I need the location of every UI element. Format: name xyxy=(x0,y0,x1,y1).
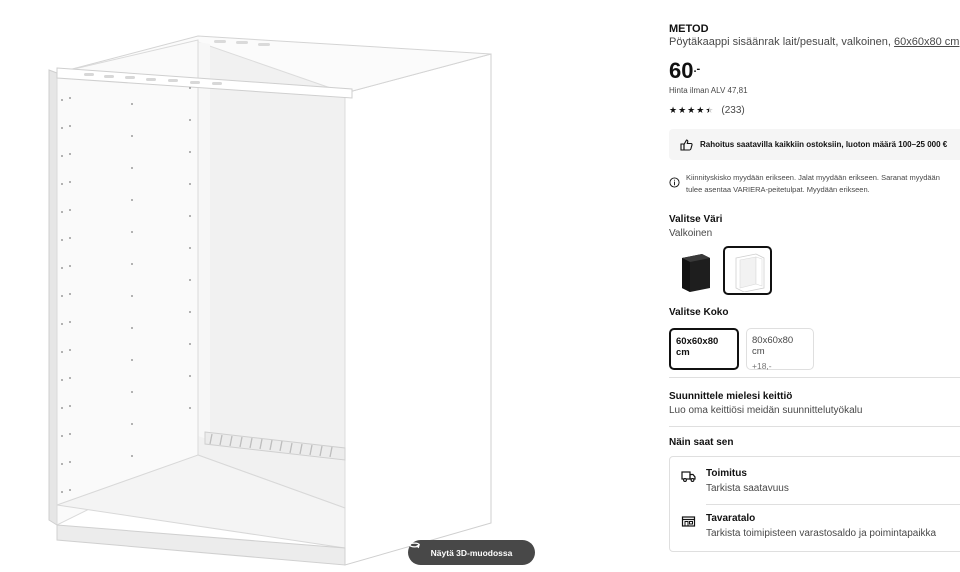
product-description: Pöytäkaappi sisäänrak lait/pesualt, valk… xyxy=(669,36,959,48)
black-cabinet-thumbnail xyxy=(681,253,710,292)
rating-stars: ★ ★ ★ ★ ★ xyxy=(669,106,713,115)
info-icon xyxy=(669,177,680,188)
view-3d-label: Näytä 3D-muodossa xyxy=(430,547,513,558)
view-3d-button[interactable]: Näytä 3D-muodossa xyxy=(408,540,535,565)
fulfillment-options: Toimitus Tarkista saatavuus Tavaratalo T… xyxy=(669,456,960,552)
size-option-label: 60x60x80 cm xyxy=(676,336,719,358)
how-to-get-title: Näin saat sen xyxy=(669,437,734,448)
size-label: Valitse Koko xyxy=(669,307,729,318)
store-title: Tavaratalo xyxy=(706,513,756,524)
size-option-60x60x80[interactable]: 60x60x80 cm xyxy=(669,328,739,370)
store-icon xyxy=(681,516,696,527)
rating-count: (233) xyxy=(721,105,745,116)
product-size-link[interactable]: 60x60x80 cm xyxy=(894,36,959,48)
kitchen-planner-subtitle: Luo oma keittiösi meidän suunnittelutyök… xyxy=(669,405,863,416)
color-swatch-black[interactable] xyxy=(669,246,718,295)
price-whole: 60 xyxy=(669,58,694,83)
financing-banner[interactable]: Rahoitus saatavilla kaikkiin ostoksiin, … xyxy=(669,129,960,160)
vat-price: Hinta ilman ALV 47,81 xyxy=(669,86,748,95)
rotate-3d-icon xyxy=(409,542,421,549)
truck-icon xyxy=(681,471,696,482)
star-icon: ★ xyxy=(669,105,678,115)
delivery-title: Toimitus xyxy=(706,468,747,479)
size-option-price-diff: +18,- xyxy=(752,361,772,371)
star-icon: ★ xyxy=(696,105,705,115)
note-line-2: tulee asentaa VARIERA-peitetulpat. Myydä… xyxy=(686,184,870,194)
color-value: Valkoinen xyxy=(669,228,713,239)
divider xyxy=(669,426,960,427)
star-icon: ★ xyxy=(678,105,687,115)
half-star-icon: ★ xyxy=(705,105,714,115)
size-option-label: 80x60x80 cm xyxy=(752,335,794,357)
size-option-80x60x80[interactable]: 80x60x80 cm +18,- xyxy=(746,328,814,371)
product-description-text: Pöytäkaappi sisäänrak lait/pesualt, valk… xyxy=(669,36,891,48)
product-note: Kiinnityskisko myydään erikseen. Jalat m… xyxy=(669,172,960,195)
white-cabinet-thumbnail xyxy=(735,253,764,292)
financing-text: Rahoitus saatavilla kaikkiin ostoksiin, … xyxy=(700,140,948,149)
star-icon: ★ xyxy=(687,105,696,115)
thumbs-up-card-icon xyxy=(680,138,693,151)
color-label: Valitse Väri xyxy=(669,214,723,225)
product-brand: METOD xyxy=(669,23,709,35)
note-text: Kiinnityskisko myydään erikseen. Jalat m… xyxy=(686,172,940,195)
delivery-subtitle: Tarkista saatavuus xyxy=(706,483,789,494)
store-subtitle: Tarkista toimipisteen varastosaldo ja po… xyxy=(706,528,937,539)
rating[interactable]: ★ ★ ★ ★ ★ (233) xyxy=(669,105,745,116)
kitchen-planner-title[interactable]: Suunnittele mielesi keittiö xyxy=(669,391,792,402)
product-price: 60.- xyxy=(669,58,700,84)
divider xyxy=(669,377,960,378)
delivery-option[interactable]: Toimitus Tarkista saatavuus xyxy=(670,457,960,505)
store-option[interactable]: Tavaratalo Tarkista toimipisteen varasto… xyxy=(670,502,960,548)
note-line-1: Kiinnityskisko myydään erikseen. Jalat m… xyxy=(686,173,940,182)
color-swatch-white[interactable] xyxy=(723,246,772,295)
product-image[interactable]: Näytä 3D-muodossa xyxy=(0,0,560,572)
price-suffix: .- xyxy=(693,63,701,75)
cabinet-illustration xyxy=(48,35,492,566)
product-info: METOD Pöytäkaappi sisäänrak lait/pesualt… xyxy=(669,0,960,572)
